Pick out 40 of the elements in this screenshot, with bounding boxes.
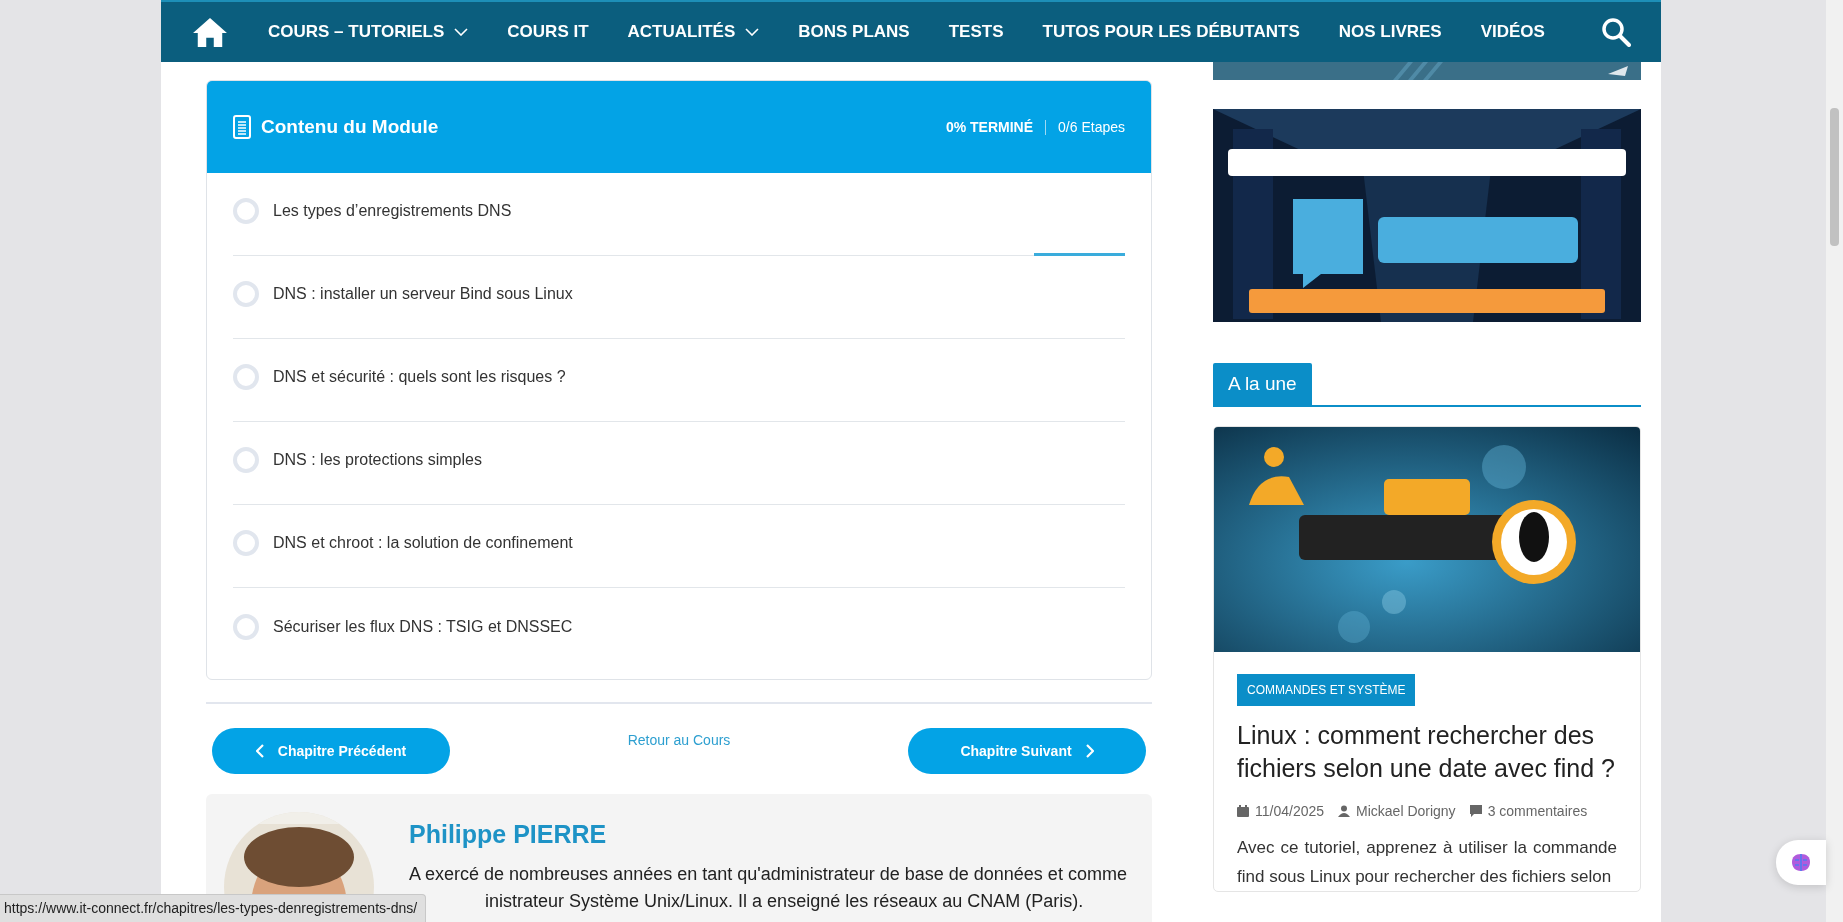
chevron-down-icon: [454, 28, 469, 36]
assistant-button[interactable]: [1776, 840, 1826, 885]
comment-icon: [1469, 805, 1482, 817]
article-excerpt: Avec ce tutoriel, apprenez à utiliser la commande find sous Linux pour rechercher des fichiers selon: [1237, 837, 1617, 888]
article-title[interactable]: Linux : comment rechercher des fichiers selon une date avec find ?: [1237, 719, 1617, 785]
module-title: Contenu du Module: [261, 116, 439, 138]
lesson-link[interactable]: DNS : les protections simples: [273, 451, 482, 469]
chevron-down-icon: [745, 28, 760, 36]
nav-link[interactable]: BONS PLANS: [798, 22, 910, 42]
article-date: 11/04/2025: [1255, 803, 1325, 819]
lesson-link[interactable]: Sécuriser les flux DNS : TSIG et DNSSEC: [273, 617, 573, 636]
author-bio: A exercé de nombreuses années en tant qu'administrateur de base de données et comme: [409, 863, 1127, 885]
document-icon: [233, 115, 251, 139]
chevron-left-icon: [255, 744, 264, 758]
steps-count: 0/6 Etapes: [1058, 119, 1125, 135]
search-icon[interactable]: [1601, 17, 1631, 47]
comments-link[interactable]: 3 commentaires: [1487, 803, 1588, 819]
nav-link[interactable]: TESTS: [948, 22, 1004, 42]
progress-text: 0% TERMINÉ: [945, 119, 1034, 135]
nav-link[interactable]: COURS – TUTORIELS: [268, 22, 469, 42]
nav-link[interactable]: COURS IT: [507, 22, 589, 42]
category-tag[interactable]: COMMANDES ET SYSTÈME: [1237, 674, 1416, 706]
scrollbar-thumb[interactable]: [1830, 108, 1839, 246]
user-icon: [1338, 805, 1351, 817]
section-title: A la une: [1213, 363, 1312, 405]
article-author[interactable]: Mickael Dorigny: [1356, 803, 1456, 819]
scrollbar[interactable]: [1826, 0, 1843, 922]
chevron-right-icon: [1085, 744, 1094, 758]
lesson-link[interactable]: DNS et sécurité : quels sont les risques ?: [273, 368, 566, 386]
lesson-link[interactable]: DNS : installer un serveur Bind sous Linux: [273, 285, 573, 303]
nav-link[interactable]: VIDÉOS: [1480, 22, 1545, 42]
status-bar-url: https://www.it-connect.fr/chapitres/les-types-denregistrements-dns/: [0, 894, 427, 922]
author-bio: inistrateur Système Unix/Linux. Il a enseigné les réseaux au CNAM (Paris).: [485, 890, 1085, 912]
lesson-link[interactable]: DNS et chroot : la solution de confinement: [273, 534, 573, 552]
calendar-icon: [1237, 805, 1249, 817]
nav-link[interactable]: NOS LIVRES: [1338, 22, 1442, 42]
nav-link[interactable]: TUTOS POUR LES DÉBUTANTS: [1042, 22, 1300, 42]
nav-link[interactable]: ACTUALITÉS: [627, 22, 760, 42]
home-icon[interactable]: [191, 16, 229, 48]
lesson-link[interactable]: Les types d’enregistrements DNS: [273, 202, 512, 220]
